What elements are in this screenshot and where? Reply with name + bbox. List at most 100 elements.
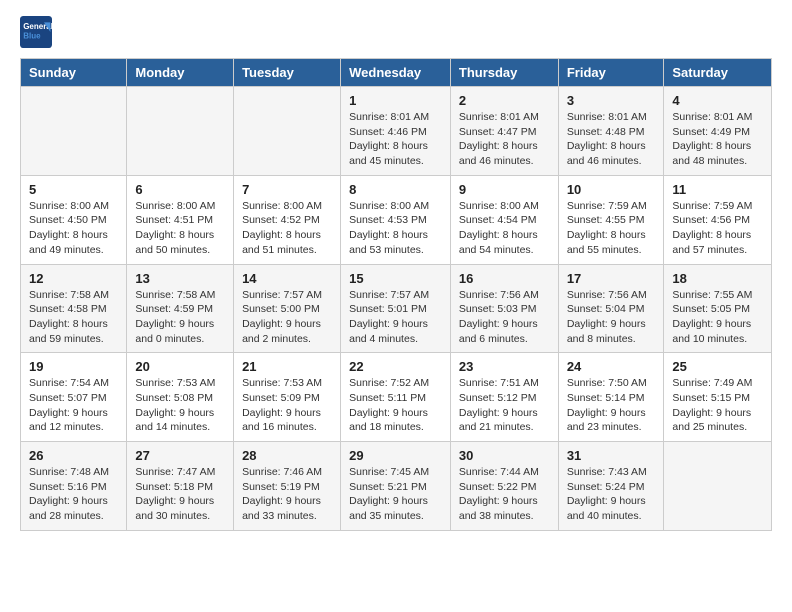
day-info: Sunrise: 7:59 AM Sunset: 4:56 PM Dayligh… [672, 199, 763, 258]
day-number: 2 [459, 93, 550, 108]
calendar-cell: 17 Sunrise: 7:56 AM Sunset: 5:04 PM Dayli… [558, 264, 664, 353]
day-number: 31 [567, 448, 656, 463]
day-info: Sunrise: 7:48 AM Sunset: 5:16 PM Dayligh… [29, 465, 118, 524]
day-info: Sunrise: 7:51 AM Sunset: 5:12 PM Dayligh… [459, 376, 550, 435]
day-number: 15 [349, 271, 442, 286]
day-header-sunday: Sunday [21, 59, 127, 87]
day-info: Sunrise: 8:00 AM Sunset: 4:51 PM Dayligh… [135, 199, 225, 258]
day-header-saturday: Saturday [664, 59, 772, 87]
day-number: 18 [672, 271, 763, 286]
day-number: 6 [135, 182, 225, 197]
calendar-cell: 13 Sunrise: 7:58 AM Sunset: 4:59 PM Dayli… [127, 264, 234, 353]
day-number: 4 [672, 93, 763, 108]
day-info: Sunrise: 7:43 AM Sunset: 5:24 PM Dayligh… [567, 465, 656, 524]
day-number: 17 [567, 271, 656, 286]
calendar-cell: 28Sunrise: 7:46 AM Sunset: 5:19 PM Dayli… [234, 442, 341, 531]
day-header-wednesday: Wednesday [341, 59, 451, 87]
calendar-cell: 31 Sunrise: 7:43 AM Sunset: 5:24 PM Dayli… [558, 442, 664, 531]
calendar-week-row: 5Sunrise: 8:00 AM Sunset: 4:50 PM Daylig… [21, 175, 772, 264]
calendar-cell: 4 Sunrise: 8:01 AM Sunset: 4:49 PM Daylig… [664, 87, 772, 176]
day-info: Sunrise: 8:01 AM Sunset: 4:46 PM Dayligh… [349, 110, 442, 169]
calendar-cell: 18 Sunrise: 7:55 AM Sunset: 5:05 PM Dayli… [664, 264, 772, 353]
day-info: Sunrise: 8:00 AM Sunset: 4:52 PM Dayligh… [242, 199, 332, 258]
calendar-cell: 16 Sunrise: 7:56 AM Sunset: 5:03 PM Dayli… [450, 264, 558, 353]
day-info: Sunrise: 7:58 AM Sunset: 4:59 PM Dayligh… [135, 288, 225, 347]
day-header-thursday: Thursday [450, 59, 558, 87]
day-number: 26 [29, 448, 118, 463]
day-info: Sunrise: 7:54 AM Sunset: 5:07 PM Dayligh… [29, 376, 118, 435]
logo: General Blue [20, 16, 56, 48]
calendar-week-row: 19 Sunrise: 7:54 AM Sunset: 5:07 PM Dayli… [21, 353, 772, 442]
calendar-cell: 10 Sunrise: 7:59 AM Sunset: 4:55 PM Dayli… [558, 175, 664, 264]
day-info: Sunrise: 7:47 AM Sunset: 5:18 PM Dayligh… [135, 465, 225, 524]
day-info: Sunrise: 7:53 AM Sunset: 5:08 PM Dayligh… [135, 376, 225, 435]
day-number: 25 [672, 359, 763, 374]
calendar-cell: 24Sunrise: 7:50 AM Sunset: 5:14 PM Dayli… [558, 353, 664, 442]
day-info: Sunrise: 8:01 AM Sunset: 4:48 PM Dayligh… [567, 110, 656, 169]
day-header-tuesday: Tuesday [234, 59, 341, 87]
day-header-monday: Monday [127, 59, 234, 87]
day-number: 22 [349, 359, 442, 374]
calendar-cell: 26 Sunrise: 7:48 AM Sunset: 5:16 PM Dayli… [21, 442, 127, 531]
calendar-cell: 15 Sunrise: 7:57 AM Sunset: 5:01 PM Dayli… [341, 264, 451, 353]
calendar-cell: 6 Sunrise: 8:00 AM Sunset: 4:51 PM Daylig… [127, 175, 234, 264]
calendar-cell: 8 Sunrise: 8:00 AM Sunset: 4:53 PM Daylig… [341, 175, 451, 264]
day-number: 27 [135, 448, 225, 463]
calendar-cell [664, 442, 772, 531]
day-number: 11 [672, 182, 763, 197]
calendar-cell: 21 Sunrise: 7:53 AM Sunset: 5:09 PM Dayli… [234, 353, 341, 442]
calendar-cell: 30 Sunrise: 7:44 AM Sunset: 5:22 PM Dayli… [450, 442, 558, 531]
calendar-cell: 2 Sunrise: 8:01 AM Sunset: 4:47 PM Daylig… [450, 87, 558, 176]
calendar-cell [21, 87, 127, 176]
calendar-week-row: 26 Sunrise: 7:48 AM Sunset: 5:16 PM Dayli… [21, 442, 772, 531]
day-info: Sunrise: 8:01 AM Sunset: 4:47 PM Dayligh… [459, 110, 550, 169]
calendar-cell: 27 Sunrise: 7:47 AM Sunset: 5:18 PM Dayli… [127, 442, 234, 531]
day-number: 13 [135, 271, 225, 286]
calendar-table: SundayMondayTuesdayWednesdayThursdayFrid… [20, 58, 772, 531]
day-number: 16 [459, 271, 550, 286]
calendar-cell: 25Sunrise: 7:49 AM Sunset: 5:15 PM Dayli… [664, 353, 772, 442]
day-number: 8 [349, 182, 442, 197]
day-info: Sunrise: 7:44 AM Sunset: 5:22 PM Dayligh… [459, 465, 550, 524]
day-info: Sunrise: 7:53 AM Sunset: 5:09 PM Dayligh… [242, 376, 332, 435]
day-info: Sunrise: 7:57 AM Sunset: 5:01 PM Dayligh… [349, 288, 442, 347]
header: General Blue [20, 16, 772, 48]
day-info: Sunrise: 7:56 AM Sunset: 5:04 PM Dayligh… [567, 288, 656, 347]
day-info: Sunrise: 7:57 AM Sunset: 5:00 PM Dayligh… [242, 288, 332, 347]
day-info: Sunrise: 7:45 AM Sunset: 5:21 PM Dayligh… [349, 465, 442, 524]
day-info: Sunrise: 7:52 AM Sunset: 5:11 PM Dayligh… [349, 376, 442, 435]
day-number: 5 [29, 182, 118, 197]
day-number: 20 [135, 359, 225, 374]
day-info: Sunrise: 7:50 AM Sunset: 5:14 PM Dayligh… [567, 376, 656, 435]
calendar-cell: 23Sunrise: 7:51 AM Sunset: 5:12 PM Dayli… [450, 353, 558, 442]
calendar-cell: 20 Sunrise: 7:53 AM Sunset: 5:08 PM Dayli… [127, 353, 234, 442]
calendar-cell: 3 Sunrise: 8:01 AM Sunset: 4:48 PM Daylig… [558, 87, 664, 176]
calendar-week-row: 1 Sunrise: 8:01 AM Sunset: 4:46 PM Daylig… [21, 87, 772, 176]
calendar-cell: 9Sunrise: 8:00 AM Sunset: 4:54 PM Daylig… [450, 175, 558, 264]
day-number: 10 [567, 182, 656, 197]
day-number: 3 [567, 93, 656, 108]
calendar-cell: 12Sunrise: 7:58 AM Sunset: 4:58 PM Dayli… [21, 264, 127, 353]
day-info: Sunrise: 7:59 AM Sunset: 4:55 PM Dayligh… [567, 199, 656, 258]
svg-text:Blue: Blue [23, 31, 41, 40]
page-container: General Blue SundayMondayTuesdayWednesda… [0, 0, 792, 547]
day-info: Sunrise: 8:01 AM Sunset: 4:49 PM Dayligh… [672, 110, 763, 169]
day-number: 30 [459, 448, 550, 463]
calendar-cell: 5Sunrise: 8:00 AM Sunset: 4:50 PM Daylig… [21, 175, 127, 264]
calendar-header-row: SundayMondayTuesdayWednesdayThursdayFrid… [21, 59, 772, 87]
day-header-friday: Friday [558, 59, 664, 87]
day-info: Sunrise: 7:46 AM Sunset: 5:19 PM Dayligh… [242, 465, 332, 524]
day-info: Sunrise: 7:58 AM Sunset: 4:58 PM Dayligh… [29, 288, 118, 347]
day-info: Sunrise: 7:55 AM Sunset: 5:05 PM Dayligh… [672, 288, 763, 347]
day-number: 21 [242, 359, 332, 374]
day-info: Sunrise: 8:00 AM Sunset: 4:53 PM Dayligh… [349, 199, 442, 258]
day-info: Sunrise: 8:00 AM Sunset: 4:54 PM Dayligh… [459, 199, 550, 258]
day-info: Sunrise: 7:56 AM Sunset: 5:03 PM Dayligh… [459, 288, 550, 347]
calendar-cell: 7Sunrise: 8:00 AM Sunset: 4:52 PM Daylig… [234, 175, 341, 264]
calendar-cell: 19 Sunrise: 7:54 AM Sunset: 5:07 PM Dayli… [21, 353, 127, 442]
calendar-cell: 11 Sunrise: 7:59 AM Sunset: 4:56 PM Dayli… [664, 175, 772, 264]
day-number: 1 [349, 93, 442, 108]
day-number: 29 [349, 448, 442, 463]
calendar-cell: 14Sunrise: 7:57 AM Sunset: 5:00 PM Dayli… [234, 264, 341, 353]
day-number: 19 [29, 359, 118, 374]
